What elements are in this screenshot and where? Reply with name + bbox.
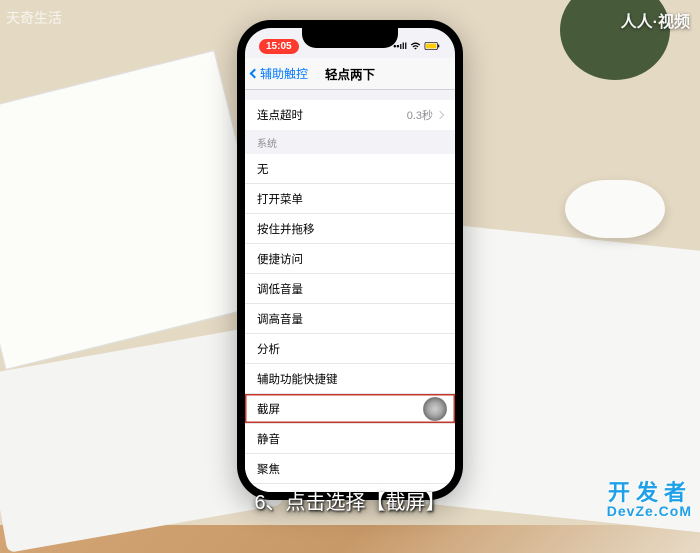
settings-content: 连点超时 0.3秒 系统 无打开菜单按住并拖移便捷访问调低音量调高音量分析辅助功… <box>245 100 455 492</box>
option-row[interactable]: 分析 <box>245 334 455 364</box>
option-label: 打开菜单 <box>257 191 303 207</box>
option-row[interactable]: 静音 <box>245 424 455 454</box>
option-label: 分析 <box>257 341 280 357</box>
mouse-prop <box>565 180 665 238</box>
option-row[interactable]: 调高音量 <box>245 304 455 334</box>
timeout-row[interactable]: 连点超时 0.3秒 <box>245 100 455 130</box>
option-label: 静音 <box>257 431 280 447</box>
option-row[interactable]: 按住并拖移 <box>245 214 455 244</box>
option-row[interactable]: 无 <box>245 154 455 184</box>
brand-line2: DevZe.CoM <box>607 504 692 519</box>
option-label: 辅助功能快捷键 <box>257 371 338 387</box>
nav-bar: 辅助触控 轻点两下 <box>245 58 455 90</box>
section-header: 系统 <box>245 130 455 154</box>
back-button[interactable]: 辅助触控 <box>251 65 308 82</box>
assistive-touch-icon[interactable] <box>423 397 447 421</box>
notch <box>302 28 398 48</box>
status-indicators: ••ıll <box>393 41 441 51</box>
phone-frame: 15:05 ••ıll 辅助触控 轻点两下 连点超时 0.3秒 <box>237 20 463 500</box>
option-row[interactable]: 聚焦 <box>245 454 455 484</box>
page-title: 轻点两下 <box>325 64 375 83</box>
option-row[interactable]: 截屏 <box>245 394 455 424</box>
option-row[interactable]: 调低音量 <box>245 274 455 304</box>
watermark-top-right: 人人·视频 <box>621 8 690 32</box>
options-list: 无打开菜单按住并拖移便捷访问调低音量调高音量分析辅助功能快捷键截屏静音聚焦控制中… <box>245 154 455 492</box>
wifi-icon <box>410 42 421 50</box>
battery-icon <box>424 42 441 50</box>
back-label: 辅助触控 <box>260 65 308 82</box>
option-label: 调高音量 <box>257 311 303 327</box>
chevron-left-icon <box>250 69 260 79</box>
row-label: 连点超时 <box>257 107 303 123</box>
row-value: 0.3秒 <box>407 107 443 123</box>
option-row[interactable]: 便捷访问 <box>245 244 455 274</box>
option-row[interactable]: 辅助功能快捷键 <box>245 364 455 394</box>
phone-screen: 15:05 ••ıll 辅助触控 轻点两下 连点超时 0.3秒 <box>245 28 455 492</box>
chevron-right-icon <box>436 111 444 119</box>
status-time: 15:05 <box>259 39 299 54</box>
signal-icon: ••ıll <box>393 41 407 51</box>
option-label: 便捷访问 <box>257 251 303 267</box>
option-label: 聚焦 <box>257 461 280 477</box>
option-label: 无 <box>257 161 269 177</box>
option-label: 调低音量 <box>257 281 303 297</box>
option-row[interactable]: 打开菜单 <box>245 184 455 214</box>
watermark-bottom-right: 开发者 DevZe.CoM <box>607 481 692 519</box>
brand-line1: 开发者 <box>607 481 692 504</box>
watermark-top-left: 天奇生活 <box>6 8 62 28</box>
option-label: 截屏 <box>257 401 280 417</box>
option-label: 按住并拖移 <box>257 221 315 237</box>
instruction-caption: 6、点击选择【截屏】 <box>254 486 445 515</box>
